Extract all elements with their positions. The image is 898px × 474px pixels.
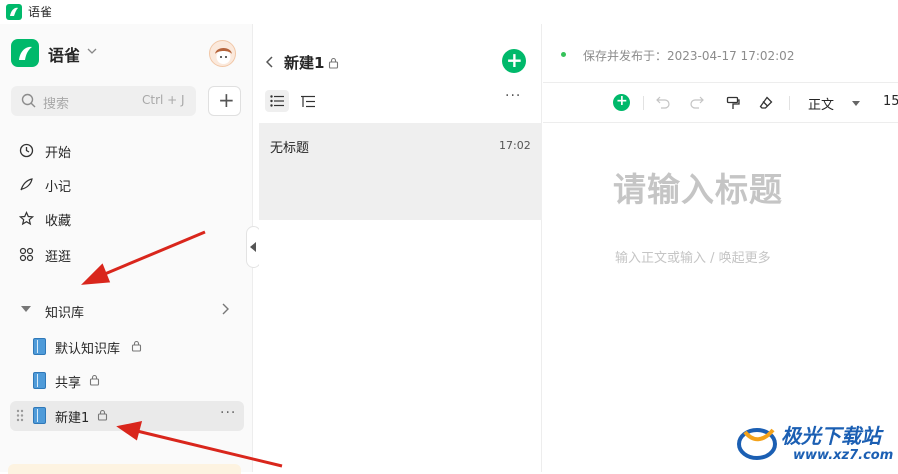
format-painter-icon[interactable] (726, 96, 740, 110)
drag-handle-icon[interactable] (16, 409, 24, 422)
knowledge-base-label: 知识库 (45, 306, 85, 321)
plus-icon: + (506, 48, 523, 72)
yuque-logo-icon (6, 4, 22, 20)
nav-item-label: 收藏 (45, 214, 72, 229)
caret-down-icon[interactable] (852, 101, 860, 106)
document-name: 无标题 (270, 141, 310, 156)
window-title: 语雀 (28, 5, 53, 19)
insert-button[interactable]: + (613, 93, 630, 111)
promo-banner[interactable] (8, 464, 241, 474)
divider (543, 82, 898, 83)
lock-icon (89, 374, 100, 386)
lock-icon (97, 409, 108, 421)
knowledge-base-item[interactable]: 共享 (10, 366, 244, 396)
more-options-icon[interactable]: ··· (505, 88, 521, 104)
nav-item-favorites[interactable]: 收藏 (10, 204, 244, 234)
sidebar: 语雀 搜索 Ctrl + J + 开始 小记 收藏 逛逛 知识库 默认知识库 共… (0, 24, 253, 474)
chevron-left-icon[interactable] (266, 56, 274, 68)
document-time: 17:02 (499, 139, 531, 152)
nav-item-label: 小记 (45, 180, 72, 195)
star-icon (19, 211, 34, 226)
knowledge-base-item-selected[interactable]: 新建1 ··· (10, 401, 244, 431)
save-status: 保存并发布于：2023-04-17 17:02:02 (583, 49, 795, 63)
list-icon (270, 95, 284, 107)
search-shortcut: Ctrl + J (142, 93, 185, 107)
app-name[interactable]: 语雀 (48, 42, 80, 66)
clock-icon (19, 143, 34, 158)
plus-icon: + (218, 88, 235, 112)
caret-left-icon (250, 242, 256, 252)
nav-item-start[interactable]: 开始 (10, 136, 244, 166)
chevron-down-icon[interactable] (87, 48, 97, 54)
feather-icon (20, 178, 33, 191)
document-body-input[interactable]: 输入正文或输入 / 唤起更多 (615, 247, 771, 266)
search-icon (21, 93, 36, 108)
watermark-url: www.xz7.com (793, 448, 894, 463)
editor-panel: 保存并发布于：2023-04-17 17:02:02 + 正文 15 请输入标题… (543, 24, 898, 472)
book-icon (33, 372, 46, 389)
document-row-selected[interactable]: 无标题 17:02 (259, 123, 542, 220)
new-document-button[interactable]: + (502, 49, 526, 73)
watermark-text: 极光下载站 (781, 424, 881, 448)
nav-item-notes[interactable]: 小记 (10, 170, 244, 200)
eraser-icon[interactable] (759, 96, 773, 110)
book-icon (33, 338, 46, 355)
plus-icon: + (616, 93, 628, 109)
app-logo-icon[interactable] (11, 39, 39, 67)
toolbar-divider (643, 96, 644, 110)
add-button[interactable]: + (208, 86, 241, 116)
paragraph-style-select[interactable]: 正文 (808, 94, 834, 113)
knowledge-base-item-label: 共享 (55, 376, 82, 391)
knowledge-base-item-label: 新建1 (55, 411, 90, 426)
more-options-icon[interactable]: ··· (220, 405, 236, 421)
search-placeholder: 搜索 (43, 97, 70, 112)
knowledge-base-item-label: 默认知识库 (55, 342, 121, 357)
list-view-toggle[interactable] (265, 90, 289, 112)
book-icon (33, 407, 46, 424)
knowledge-base-header[interactable]: 知识库 (10, 296, 244, 326)
divider (543, 122, 898, 123)
knowledge-base-title: 新建1 (284, 54, 325, 72)
nav-item-label: 开始 (45, 146, 72, 161)
watermark: 极光下载站 www.xz7.com (735, 418, 895, 470)
lock-icon (131, 340, 142, 352)
document-list-panel: 新建1 + ··· 无标题 17:02 (259, 24, 542, 472)
knowledge-base-item[interactable]: 默认知识库 (10, 332, 244, 362)
grid-icon (19, 247, 34, 262)
save-status-dot (561, 52, 566, 57)
toolbar-divider (789, 96, 790, 110)
tree-view-icon[interactable] (301, 95, 315, 108)
redo-icon[interactable] (690, 96, 704, 109)
font-size-select[interactable]: 15 (883, 94, 898, 109)
nav-item-explore[interactable]: 逛逛 (10, 240, 244, 270)
undo-icon[interactable] (656, 96, 670, 109)
avatar[interactable] (209, 40, 236, 67)
nav-item-label: 逛逛 (45, 250, 72, 265)
chevron-right-icon[interactable] (221, 303, 229, 315)
watermark-logo-icon (737, 428, 777, 460)
search-box[interactable]: 搜索 Ctrl + J (11, 86, 196, 116)
lock-icon (328, 57, 339, 69)
caret-down-icon[interactable] (21, 306, 31, 312)
document-title-input[interactable]: 请输入标题 (613, 163, 783, 211)
title-bar: 语雀 (0, 0, 898, 24)
